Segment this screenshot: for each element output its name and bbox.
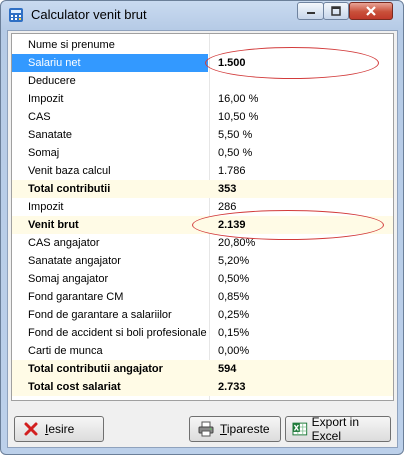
row-label: Fond de garantare a salariilor (28, 309, 172, 321)
row-total-contributii-angajator[interactable]: Total contributii angajator 594 (12, 360, 393, 378)
row-fond-accident[interactable]: Fond de accident si boli profesionale 0,1… (12, 324, 393, 342)
maximize-icon (331, 6, 341, 16)
row-impozit-value[interactable]: Impozit 286 (12, 198, 393, 216)
row-label: Impozit (28, 93, 64, 105)
row-label: Total contributii (28, 183, 111, 195)
button-bar: Iesire Tipareste Export in Excel (8, 403, 397, 447)
row-label: Carti de munca (28, 345, 103, 357)
row-value[interactable]: 0,85% (218, 291, 249, 303)
row-value[interactable]: 5,50 % (218, 129, 252, 141)
row-value: 1.786 (218, 165, 246, 177)
row-label: Salariu net (28, 57, 81, 69)
property-grid[interactable]: Nume si prenume Salariu net 1.500 Deducer… (11, 33, 394, 401)
row-value: 286 (218, 201, 237, 213)
excel-icon (292, 422, 308, 436)
row-value[interactable]: 5,20% (218, 255, 249, 267)
row-fond-garantare-salarii[interactable]: Fond de garantare a salariilor 0,25% (12, 306, 393, 324)
row-impozit-pct[interactable]: Impozit 16,00 % (12, 90, 393, 108)
printer-icon (198, 421, 214, 437)
row-label: Somaj angajator (28, 273, 109, 285)
row-value[interactable]: 0,25% (218, 309, 249, 321)
row-salariu-net[interactable]: Salariu net 1.500 (12, 54, 393, 72)
row-label: Venit brut (28, 219, 79, 231)
window-client-area: Nume si prenume Salariu net 1.500 Deducer… (7, 30, 398, 448)
row-label: Venit baza calcul (28, 165, 111, 177)
tipareste-label: Tipareste (220, 422, 270, 436)
export-excel-button[interactable]: Export in Excel (285, 415, 391, 443)
row-deducere[interactable]: Deducere (12, 72, 393, 90)
row-label: CAS angajator (28, 237, 100, 249)
row-nume-prenume[interactable]: Nume si prenume (12, 36, 393, 54)
minimize-button[interactable] (297, 2, 324, 20)
row-value[interactable]: 0,15% (218, 327, 249, 339)
row-value[interactable]: 20,80% (218, 237, 255, 249)
row-value[interactable]: 0,50 % (218, 147, 252, 159)
row-label: Sanatate (28, 129, 73, 141)
row-sanatate[interactable]: Sanatate 5,50 % (12, 126, 393, 144)
row-value[interactable]: 0,00% (218, 345, 249, 357)
row-venit-brut[interactable]: Venit brut 2.139 (12, 216, 393, 234)
row-value[interactable]: 10,50 % (218, 111, 258, 123)
row-label: Impozit (28, 201, 64, 213)
row-sanatate-angajator[interactable]: Sanatate angajator 5,20% (12, 252, 393, 270)
close-button[interactable] (349, 2, 393, 20)
window-title: Calculator venit brut (31, 7, 147, 22)
iesire-button[interactable]: Iesire (14, 416, 104, 442)
tipareste-button[interactable]: Tipareste (189, 416, 281, 442)
row-value: 353 (218, 183, 237, 195)
row-value: 594 (218, 363, 237, 375)
venit-brut-value: 2.139 (218, 219, 246, 231)
title-bar[interactable]: Calculator venit brut (1, 1, 403, 29)
row-label: Fond de accident si boli profesionale (28, 327, 207, 339)
row-total-contributii[interactable]: Total contributii 353 (12, 180, 393, 198)
row-cas-angajator[interactable]: CAS angajator 20,80% (12, 234, 393, 252)
row-label: Sanatate angajator (28, 255, 121, 267)
row-label: Deducere (28, 75, 76, 87)
row-fond-garantare-cm[interactable]: Fond garantare CM 0,85% (12, 288, 393, 306)
calculator-window: Calculator venit brut Nume si prenume Sa… (0, 0, 404, 455)
salariu-net-input[interactable]: 1.500 (218, 57, 246, 69)
row-carti-munca[interactable]: Carti de munca 0,00% (12, 342, 393, 360)
row-label: Total cost salariat (28, 381, 121, 393)
minimize-icon (306, 12, 315, 14)
red-x-icon (24, 422, 38, 436)
row-label: Total contributii angajator (28, 363, 163, 375)
row-value[interactable]: 0,50% (218, 273, 249, 285)
row-value: 2.733 (218, 381, 246, 393)
row-somaj-angajator[interactable]: Somaj angajator 0,50% (12, 270, 393, 288)
row-value[interactable]: 16,00 % (218, 93, 258, 105)
row-cas[interactable]: CAS 10,50 % (12, 108, 393, 126)
calculator-app-icon (9, 8, 23, 22)
row-label: Nume si prenume (28, 39, 115, 51)
row-label: CAS (28, 111, 51, 123)
row-venit-baza-calcul[interactable]: Venit baza calcul 1.786 (12, 162, 393, 180)
row-total-cost-salariat[interactable]: Total cost salariat 2.733 (12, 378, 393, 396)
export-excel-label: Export in Excel (311, 415, 360, 443)
maximize-button[interactable] (323, 2, 349, 20)
row-label: Fond garantare CM (28, 291, 124, 303)
row-somaj[interactable]: Somaj 0,50 % (12, 144, 393, 162)
iesire-label: Iesire (45, 422, 75, 436)
close-icon (366, 6, 376, 16)
row-label: Somaj (28, 147, 60, 159)
